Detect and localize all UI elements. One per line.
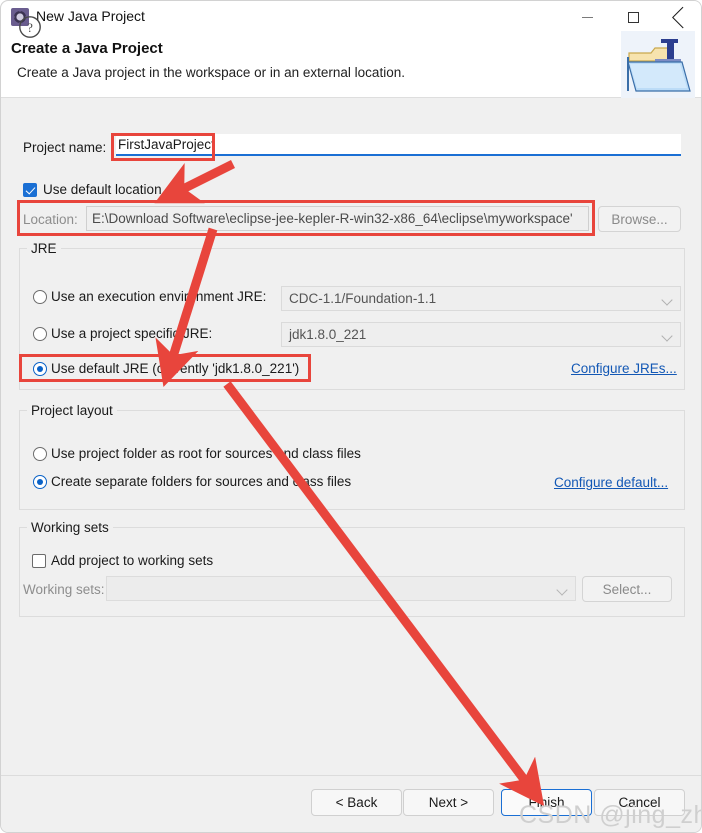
project-specific-jre-label: Use a project specific JRE: (51, 326, 213, 341)
working-sets-select-button[interactable]: Select... (582, 576, 672, 602)
radio-default-jre[interactable] (33, 362, 47, 376)
back-button[interactable]: < Back (311, 789, 402, 816)
page-subtitle: Create a Java project in the workspace o… (17, 65, 405, 80)
finish-button[interactable]: Finish (501, 789, 592, 816)
configure-default-link[interactable]: Configure default... (554, 475, 668, 490)
chevron-down-icon (661, 330, 673, 342)
add-to-working-sets-checkbox[interactable] (32, 554, 46, 568)
project-specific-jre-combo-value: jdk1.8.0_221 (289, 327, 367, 342)
page-title: Create a Java Project (11, 40, 163, 57)
radio-execution-environment-jre[interactable] (33, 290, 47, 304)
maximize-icon (627, 11, 639, 23)
minimize-button[interactable] (564, 1, 610, 33)
jre-group-title: JRE (27, 241, 61, 256)
execution-environment-combo-value: CDC-1.1/Foundation-1.1 (289, 291, 437, 306)
minimize-icon (581, 16, 593, 18)
working-sets-group-title: Working sets (27, 520, 113, 535)
working-sets-label: Working sets: (23, 582, 105, 597)
java-folder-icon (621, 31, 695, 99)
project-name-input[interactable] (116, 134, 681, 156)
configure-jres-link[interactable]: Configure JREs... (571, 361, 677, 376)
radio-project-specific-jre[interactable] (33, 327, 47, 341)
working-sets-group (19, 527, 685, 617)
project-name-label: Project name: (23, 140, 107, 155)
wizard-header: Create a Java Project Create a Java proj… (1, 31, 701, 99)
project-specific-jre-combo[interactable]: jdk1.8.0_221 (281, 322, 681, 347)
use-default-location-label: Use default location (43, 182, 162, 197)
close-icon (673, 11, 686, 24)
close-button[interactable] (656, 1, 701, 33)
maximize-button[interactable] (610, 1, 656, 33)
working-sets-combo[interactable] (106, 576, 576, 601)
radio-separate-folders[interactable] (33, 475, 47, 489)
location-label: Location: (23, 212, 78, 227)
chevron-down-icon (661, 294, 673, 306)
title-bar: New Java Project (1, 1, 701, 34)
location-input[interactable] (86, 206, 589, 231)
svg-text:?: ? (27, 20, 33, 35)
add-to-working-sets-label: Add project to working sets (51, 553, 214, 568)
new-java-project-dialog: New Java Project Create a Java Project C… (0, 0, 702, 833)
execution-environment-combo[interactable]: CDC-1.1/Foundation-1.1 (281, 286, 681, 311)
project-folder-root-label: Use project folder as root for sources a… (51, 446, 361, 461)
separate-folders-label: Create separate folders for sources and … (51, 474, 352, 489)
use-default-location-checkbox[interactable] (23, 183, 37, 197)
execution-environment-jre-label: Use an execution environment JRE: (51, 289, 267, 304)
project-layout-group-title: Project layout (27, 403, 117, 418)
next-button[interactable]: Next > (403, 789, 494, 816)
browse-button[interactable]: Browse... (598, 206, 681, 232)
radio-project-folder-root[interactable] (33, 447, 47, 461)
chevron-down-icon (556, 584, 568, 596)
cancel-button[interactable]: Cancel (594, 789, 685, 816)
window-title: New Java Project (36, 8, 145, 24)
help-icon[interactable]: ? (18, 15, 42, 39)
default-jre-label: Use default JRE (currently 'jdk1.8.0_221… (51, 361, 300, 376)
